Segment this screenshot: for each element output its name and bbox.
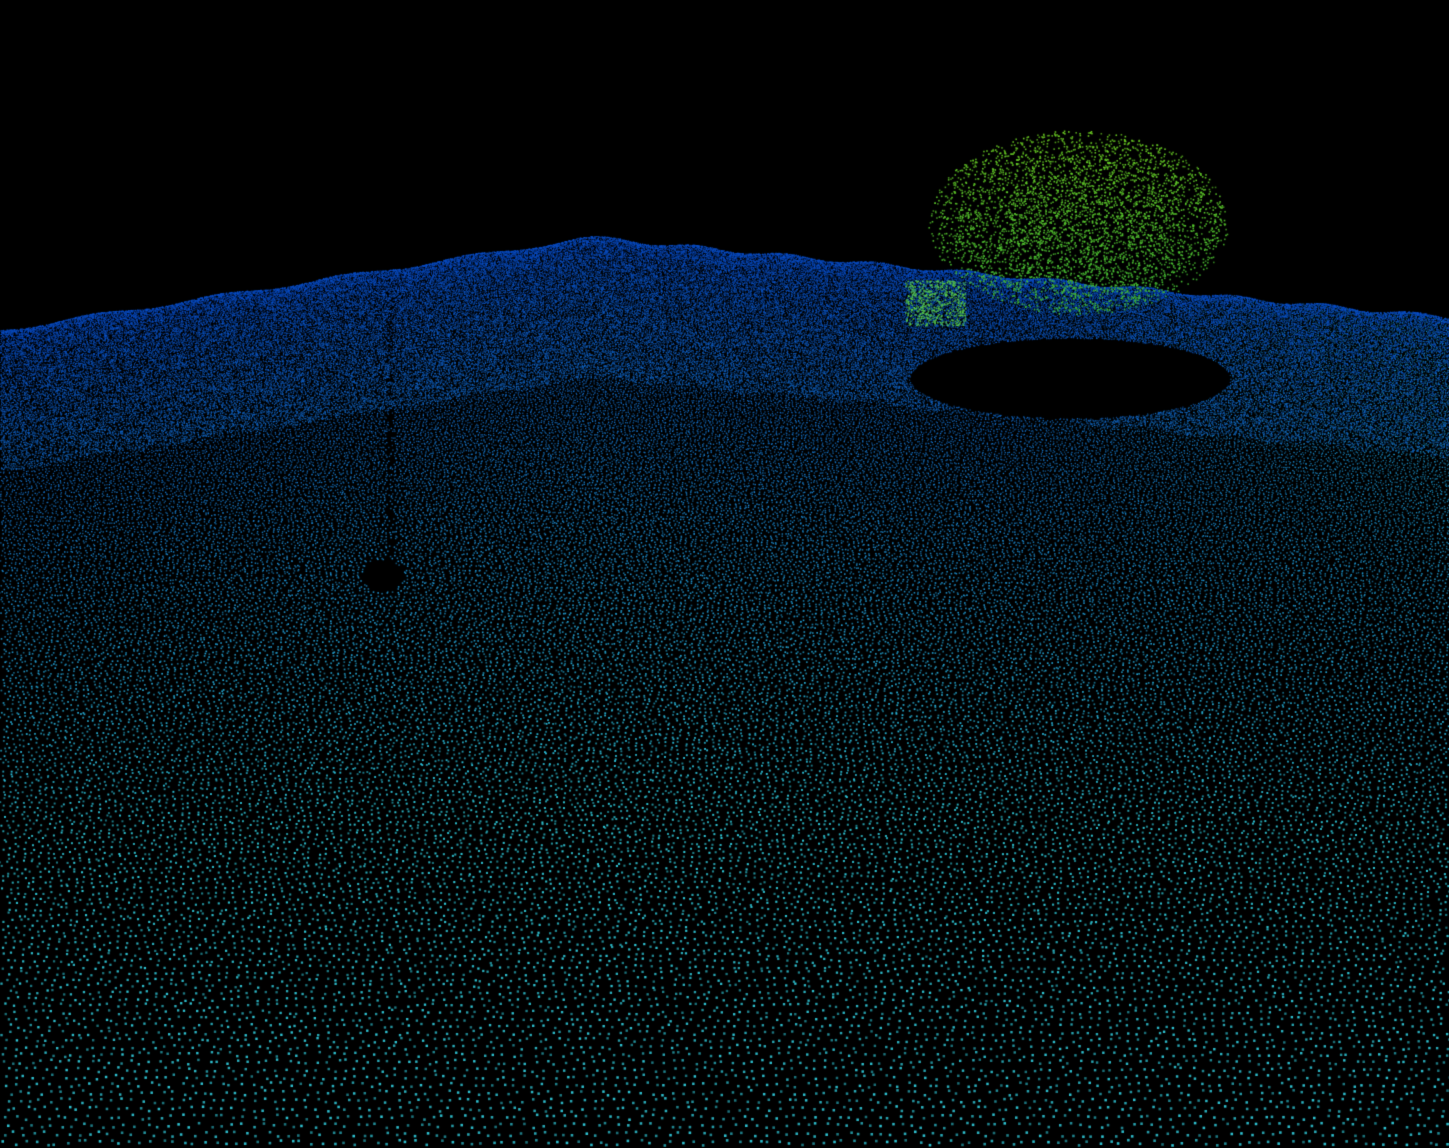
lidar-point-cloud-render[interactable] — [0, 0, 1449, 1148]
point-cloud-viewport[interactable] — [0, 0, 1449, 1148]
